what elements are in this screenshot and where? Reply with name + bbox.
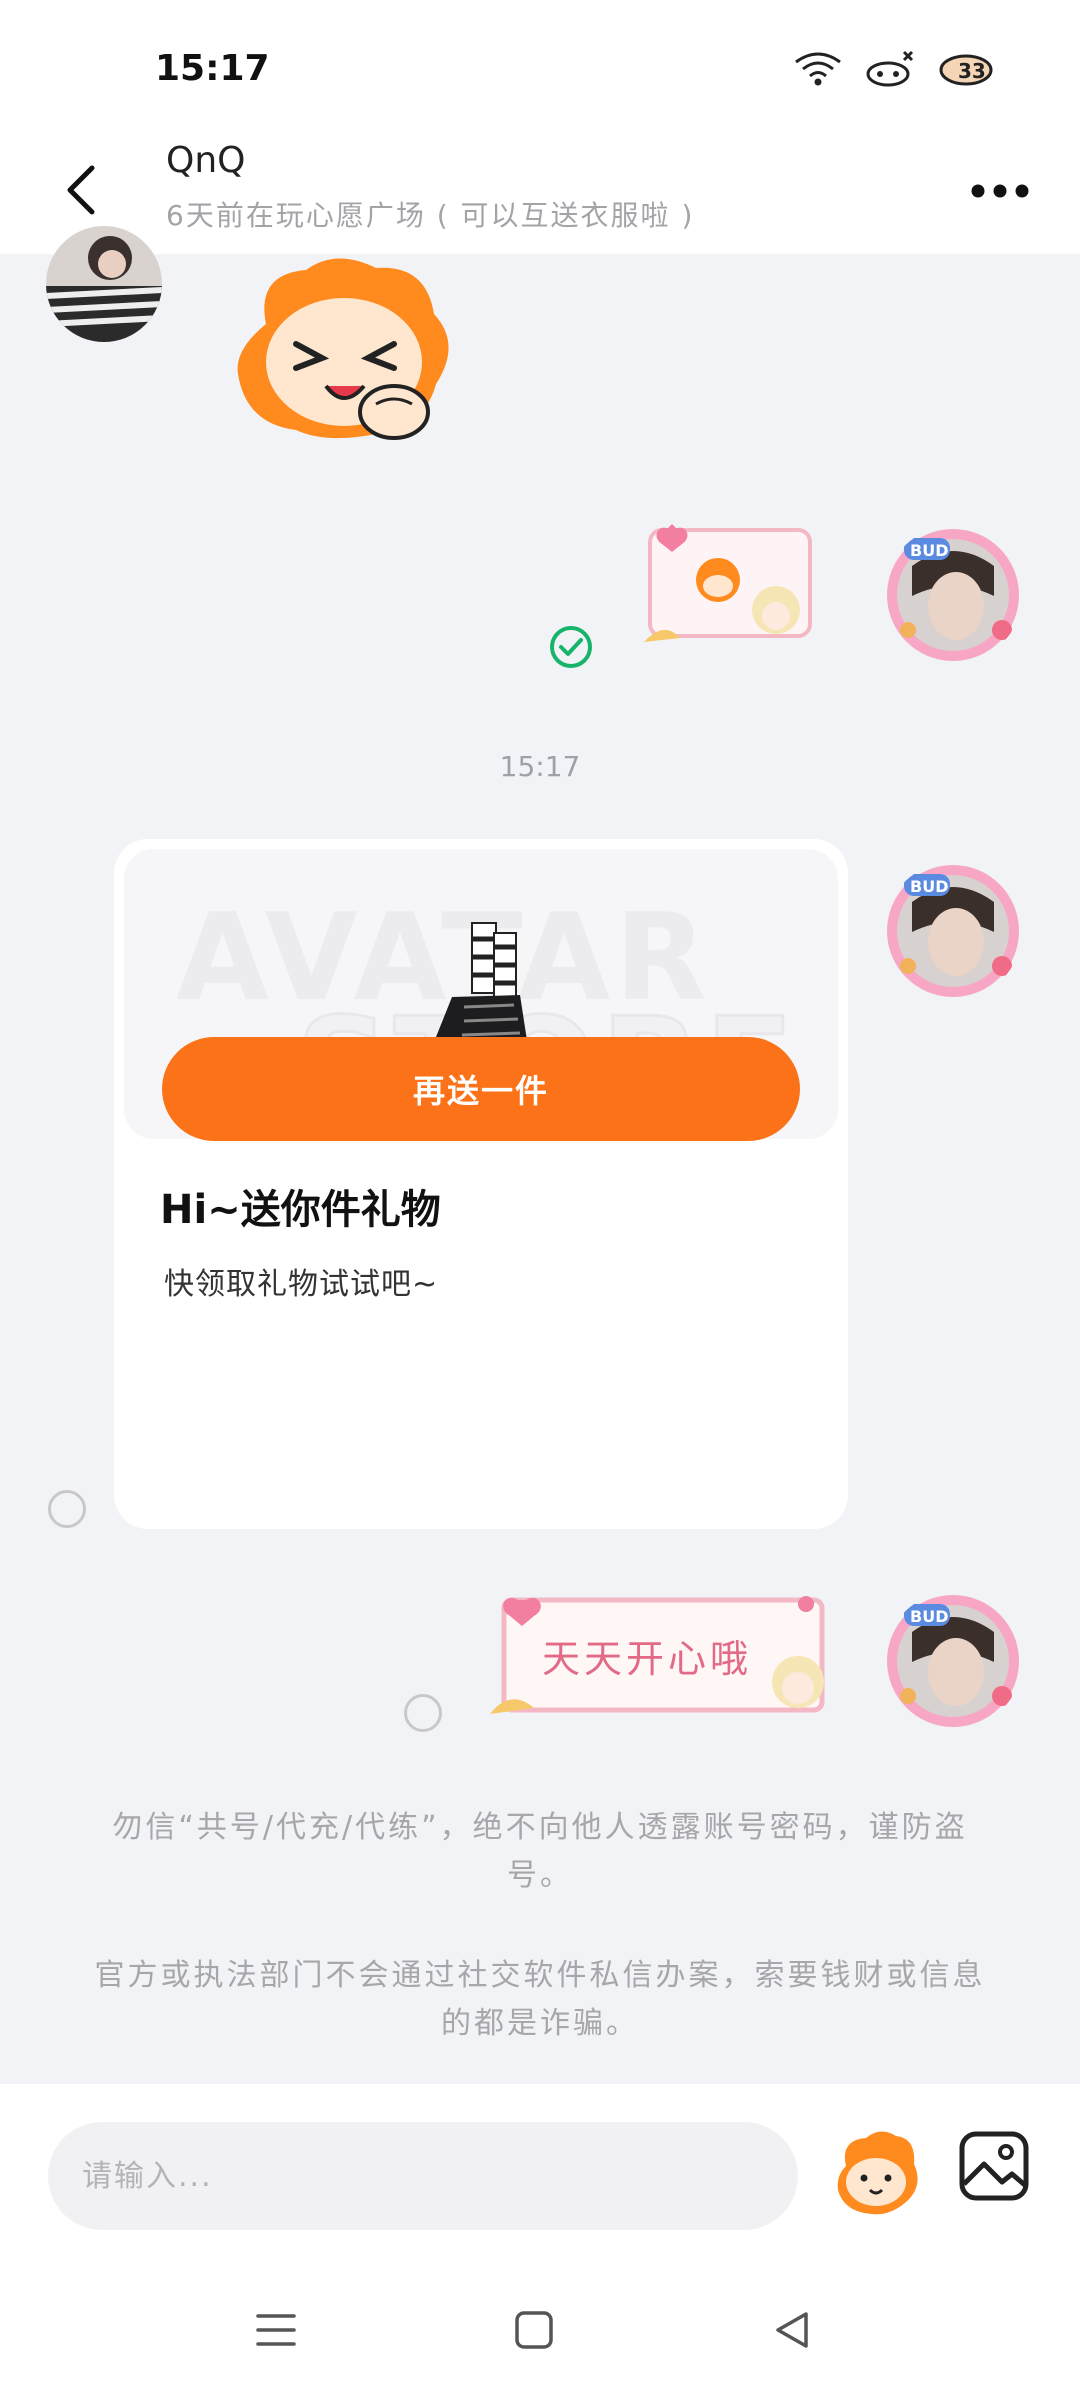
select-radio-gift[interactable] (48, 1490, 86, 1528)
battery-icon: 33 (939, 54, 993, 86)
orange-mascot-sticker[interactable] (226, 254, 466, 444)
chat-header: QnQ 6天前在玩心愿广场 ( 可以互送衣服啦 ) (0, 130, 1080, 254)
sticker-button[interactable] (830, 2126, 922, 2218)
sent-check-icon (550, 626, 592, 668)
message-input[interactable] (48, 2122, 798, 2230)
my-avatar[interactable]: BUD (884, 1592, 1022, 1730)
home-button[interactable] (504, 2300, 564, 2360)
recent-apps-button[interactable] (246, 2300, 306, 2360)
my-avatar[interactable]: BUD (884, 526, 1022, 664)
signal-icon (866, 50, 914, 87)
contact-status: 6天前在玩心愿广场 ( 可以互送衣服啦 ) (166, 199, 695, 232)
status-bar: 15:17 33 (0, 0, 1080, 130)
select-radio-sticker[interactable] (404, 1694, 442, 1732)
gift-card[interactable]: AVATAR STORE Hi~送你件礼物 快领取礼物试试吧~ 再送一件 (114, 839, 848, 1529)
send-another-gift-button[interactable]: 再送一件 (162, 1037, 800, 1141)
status-icons: 33 (790, 48, 994, 88)
wifi-icon (795, 52, 841, 86)
chevron-left-icon (67, 165, 95, 215)
square-icon (515, 2311, 553, 2349)
security-notice-2: 官方或执法部门不会通过社交软件私信办案，索要钱财或信息的都是诈骗。 (94, 1958, 986, 2041)
back-button[interactable] (50, 150, 114, 230)
more-options-button[interactable] (960, 166, 1040, 216)
svg-text:33: 33 (958, 59, 986, 83)
system-nav-bar (0, 2260, 1080, 2400)
contact-name[interactable]: QnQ (166, 140, 246, 181)
security-notice-1: 勿信“共号/代充/代练”，绝不向他人透露账号密码，谨防盗号。 (112, 1810, 968, 1893)
image-icon (959, 2131, 1029, 2201)
svg-text:BUD: BUD (910, 877, 948, 896)
status-time: 15:17 (155, 48, 270, 89)
message-timestamp: 15:17 (499, 750, 581, 783)
text-sticker[interactable]: 天天开心哦 (490, 1590, 830, 1720)
svg-text:BUD: BUD (910, 1607, 948, 1626)
system-back-button[interactable] (762, 2300, 822, 2360)
gift-subtitle: 快领取礼物试试吧~ (164, 1267, 439, 1302)
svg-text:BUD: BUD (910, 541, 948, 560)
svg-text:天天开心哦: 天天开心哦 (542, 1637, 752, 1681)
my-avatar[interactable]: BUD (884, 862, 1022, 1000)
mascot-sticker-icon (837, 2131, 918, 2215)
partner-avatar[interactable] (46, 226, 162, 342)
triangle-back-icon (776, 2312, 808, 2348)
gift-title: Hi~送你件礼物 (160, 1187, 441, 1233)
heart-frame-sticker[interactable] (640, 524, 820, 654)
more-dots-icon (971, 184, 1029, 198)
chat-area[interactable]: BUD 15:17 AVATAR STORE Hi~送你件礼物 快领取礼物试试吧… (0, 226, 1080, 2084)
menu-icon (256, 2314, 296, 2346)
image-picker-button[interactable] (956, 2128, 1032, 2204)
input-bar (0, 2084, 1080, 2260)
